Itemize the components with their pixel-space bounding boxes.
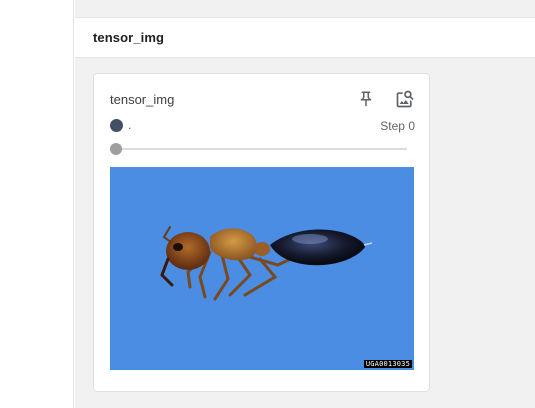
step-label: Step 0: [380, 119, 415, 133]
run-name: .: [128, 118, 132, 132]
pin-icon: [360, 91, 372, 107]
tensor-image[interactable]: UGA0013035: [110, 167, 414, 370]
image-watermark: UGA0013035: [363, 360, 412, 368]
app-root: tensor_img tensor_img . Step 0 UGA001303…: [0, 0, 535, 408]
group-header[interactable]: tensor_img: [75, 17, 535, 58]
image-search-icon: [396, 90, 414, 108]
step-slider[interactable]: [110, 143, 407, 155]
run-legend: .: [110, 118, 131, 132]
run-color-dot: [110, 118, 123, 132]
ant-photo: [160, 226, 373, 301]
left-sidebar: [0, 0, 74, 408]
slider-thumb[interactable]: [110, 143, 122, 155]
main-area: tensor_img tensor_img . Step 0 UGA001303…: [75, 0, 535, 408]
image-card: tensor_img . Step 0 UGA0013035: [93, 73, 430, 392]
slider-track: [110, 148, 407, 150]
card-title: tensor_img: [110, 92, 175, 107]
group-title: tensor_img: [93, 30, 165, 45]
view-image-button[interactable]: [393, 87, 417, 111]
pin-button[interactable]: [354, 87, 378, 111]
